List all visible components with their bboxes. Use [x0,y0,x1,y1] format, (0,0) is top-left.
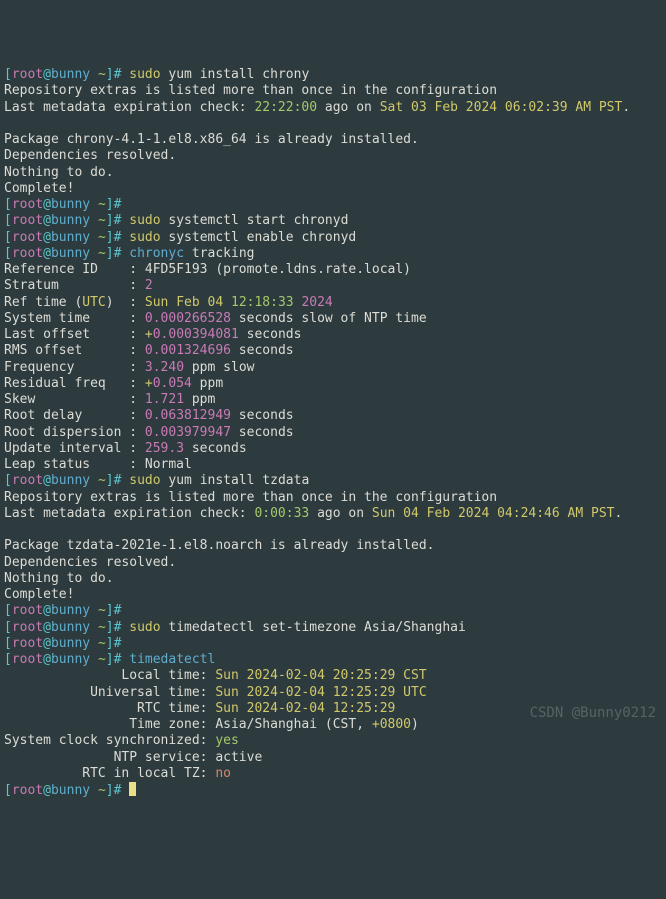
prompt: [root@bunny ~]# [4,783,129,798]
prompt: [root@bunny ~]# [4,636,129,651]
prompt: [root@bunny ~]# [4,67,129,82]
line-repo: Repository extras is listed more than on… [4,83,497,98]
cmd-start-chronyd: systemctl start chronyd [168,213,348,228]
cursor-icon[interactable] [129,782,136,796]
cmd-enable-chronyd: systemctl enable chronyd [168,230,356,245]
prompt: [root@bunny ~]# [4,473,129,488]
prompt: [root@bunny ~]# [4,213,129,228]
cmd-sudo: sudo [129,67,160,82]
prompt: [root@bunny ~]# [4,230,129,245]
prompt: [root@bunny ~]# [4,197,129,212]
prompt: [root@bunny ~]# [4,652,129,667]
terminal-output: [root@bunny ~]# sudo yum install chrony … [0,49,666,802]
prompt: [root@bunny ~]# [4,246,129,261]
prompt: [root@bunny ~]# [4,620,129,635]
cmd-timedatectl: timedatectl [129,652,215,667]
cmd-timedatectl-set: timedatectl set-timezone Asia/Shanghai [168,620,465,635]
cmd-yum-tzdata: yum install tzdata [168,473,309,488]
watermark: CSDN @Bunny0212 [530,705,656,723]
cmd-yum-chrony: yum install chrony [168,67,309,82]
prompt: [root@bunny ~]# [4,603,129,618]
cmd-chronyc: chronyc [129,246,184,261]
